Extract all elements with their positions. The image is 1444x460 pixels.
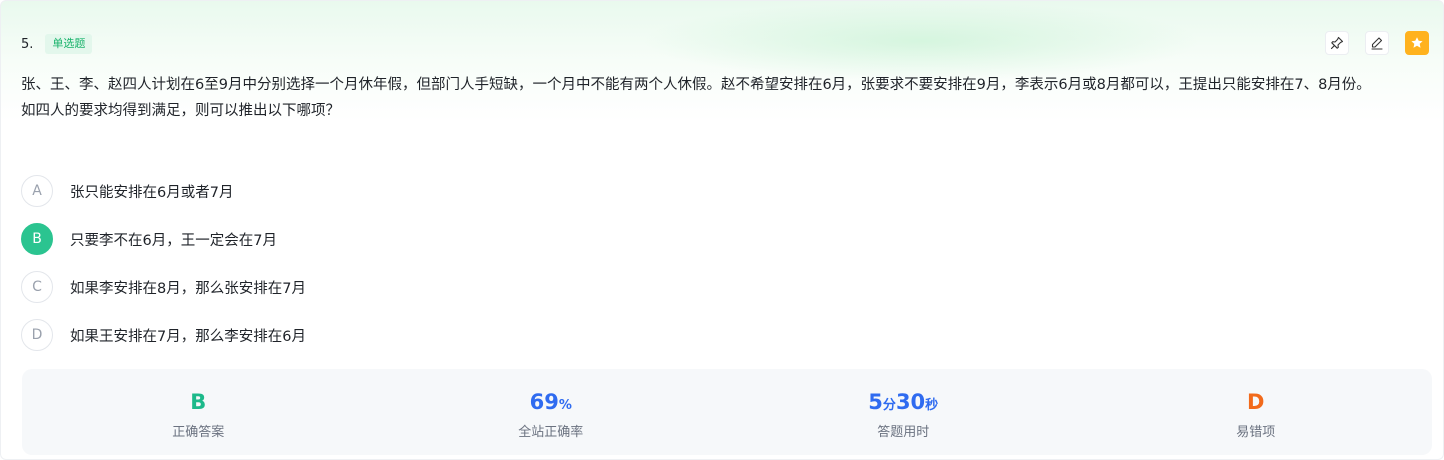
star-icon	[1411, 37, 1423, 48]
option-d-letter: D	[21, 319, 53, 351]
site-accuracy-number: 69	[529, 390, 559, 414]
stat-common-wrong: D 易错项	[1080, 369, 1433, 455]
option-c[interactable]: C 如果李安排在8月，那么张安排在7月	[21, 271, 306, 303]
option-c-letter: C	[21, 271, 53, 303]
correct-answer-value: B	[190, 390, 207, 414]
question-stem: 张、王、李、赵四人计划在6至9月中分别选择一个月休年假，但部门人手短缺，一个月中…	[21, 72, 1425, 124]
time-used-value: 5分30秒	[868, 389, 938, 417]
option-a-letter: A	[21, 175, 53, 207]
time-seconds-unit: 秒	[925, 398, 939, 413]
options-list: A 张只能安排在6月或者7月 B 只要李不在6月，王一定会在7月 C 如果李安排…	[21, 175, 306, 367]
option-d-text: 如果王安排在7月，那么李安排在6月	[70, 328, 306, 345]
pin-button[interactable]	[1325, 31, 1349, 55]
common-wrong-value: D	[1247, 390, 1265, 414]
answer-stats-panel: B 正确答案 69% 全站正确率 5分30秒 答题用时 D 易错项	[22, 369, 1432, 455]
question-header: 5. 单选题	[21, 33, 93, 55]
option-a-text: 张只能安排在6月或者7月	[70, 184, 234, 201]
edit-icon	[1371, 37, 1383, 50]
stat-correct-answer: B 正确答案	[22, 369, 375, 455]
correct-answer-label: 正确答案	[172, 425, 225, 440]
option-c-text: 如果李安排在8月，那么张安排在7月	[70, 280, 306, 297]
time-used-label: 答题用时	[877, 425, 930, 440]
stem-paragraph: 张、王、李、赵四人计划在6至9月中分别选择一个月休年假，但部门人手短缺，一个月中…	[21, 77, 1371, 93]
time-minutes-unit: 分	[882, 398, 896, 413]
option-b-text: 只要李不在6月，王一定会在7月	[70, 232, 277, 249]
stem-question: 如四人的要求均得到满足，则可以推出以下哪项？	[21, 103, 340, 119]
common-wrong-label: 易错项	[1236, 425, 1276, 440]
question-number: 5.	[21, 36, 34, 52]
question-card: 5. 单选题 张、王、李、赵四人计划在6至9月中分别选择一个月休年假，但部门人手…	[0, 0, 1444, 460]
stat-site-accuracy: 69% 全站正确率	[375, 369, 728, 455]
time-minutes: 5	[868, 390, 883, 414]
time-seconds: 30	[895, 390, 926, 414]
favorite-button[interactable]	[1405, 31, 1429, 55]
toolbar	[1325, 31, 1429, 55]
option-d[interactable]: D 如果王安排在7月，那么李安排在6月	[21, 319, 306, 351]
header-glow	[641, 1, 1201, 81]
stat-time-used: 5分30秒 答题用时	[727, 369, 1080, 455]
option-b[interactable]: B 只要李不在6月，王一定会在7月	[21, 223, 306, 255]
note-button[interactable]	[1365, 31, 1389, 55]
site-accuracy-value: 69%	[530, 389, 572, 417]
question-type-badge: 单选题	[45, 34, 93, 54]
site-accuracy-label: 全站正确率	[518, 425, 584, 440]
pin-icon	[1330, 36, 1344, 50]
site-accuracy-unit: %	[558, 398, 572, 413]
option-b-letter: B	[21, 223, 53, 255]
option-a[interactable]: A 张只能安排在6月或者7月	[21, 175, 306, 207]
